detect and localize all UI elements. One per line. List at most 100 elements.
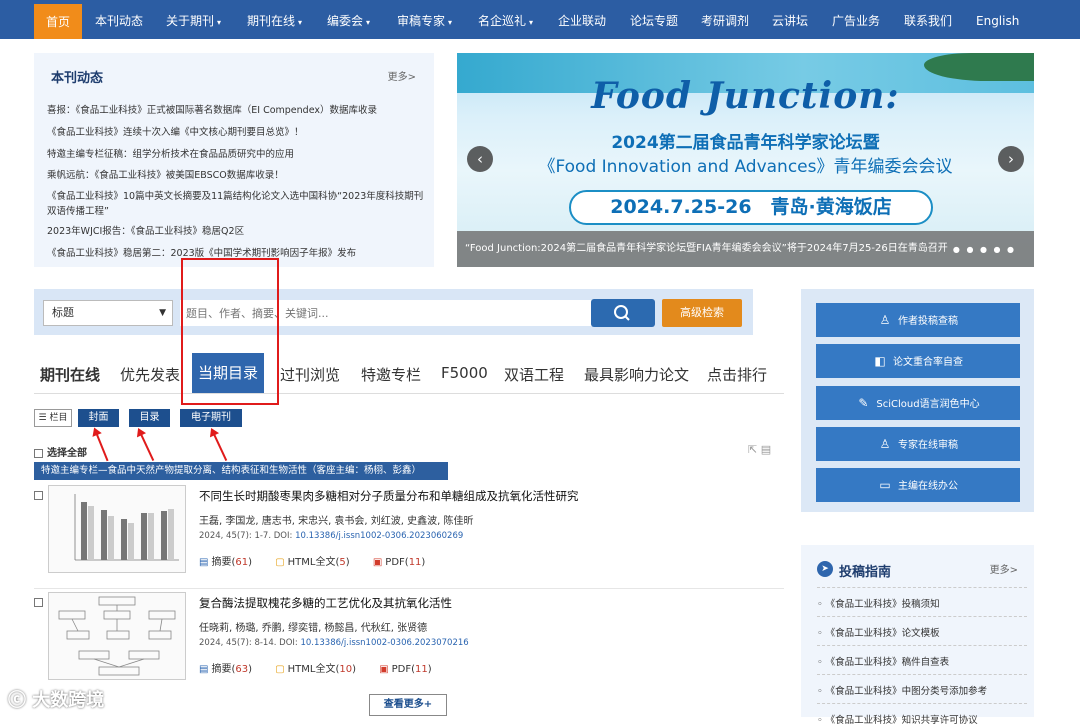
guide-item[interactable]: ◦ 《食品工业科技》知识共享许可协议: [817, 703, 1027, 726]
pdf-link[interactable]: ▣ PDF(11): [379, 664, 431, 675]
expert-review-button[interactable]: ♙ 专家在线审稿: [816, 427, 1020, 461]
nav-online-label: 期刊在线: [247, 14, 296, 28]
author-submission-button[interactable]: ♙ 作者投稿查稿: [816, 303, 1020, 337]
article-checkbox[interactable]: [34, 598, 43, 607]
article-divider: [34, 588, 784, 589]
banner-date-place: 2024.7.25-26 青岛·黄海饭店: [569, 190, 933, 225]
article-title[interactable]: 不同生长时期酸枣果肉多糖相对分子质量分布和单糖组成及抗氧化活性研究: [199, 488, 579, 504]
ejournal-button[interactable]: 电子期刊: [180, 409, 242, 427]
guide-item[interactable]: ◦ 《食品工业科技》论文模板: [817, 616, 1027, 639]
guide-item[interactable]: ◦ 《食品工业科技》稿件自查表: [817, 645, 1027, 668]
select-all-checkbox[interactable]: [34, 448, 43, 458]
abstract-icon: ▤: [199, 557, 209, 568]
tab-f5000[interactable]: F5000: [441, 364, 488, 382]
nav-enterprise[interactable]: 企业联动: [558, 0, 606, 39]
watermark: ⓒ 大数跨境: [8, 686, 104, 712]
view-more-button[interactable]: 查看更多+: [369, 694, 447, 716]
carousel-dots[interactable]: ● ● ● ● ●: [953, 245, 1016, 254]
tab-influential[interactable]: 最具影响力论文: [584, 364, 689, 385]
news-item[interactable]: 《食品工业科技》连续十次入编《中文核心期刊要目总览》！: [47, 125, 425, 140]
highlight-box: [181, 258, 279, 405]
toc-button[interactable]: 目录: [129, 409, 170, 427]
article-checkbox[interactable]: [34, 491, 43, 500]
pdf-export-icon[interactable]: ▤: [761, 443, 771, 456]
nav-editorial[interactable]: 编委会 ▾: [327, 0, 370, 39]
nav-forum[interactable]: 论坛专题: [630, 0, 678, 39]
nav-cloud-lecture[interactable]: 云讲坛: [772, 0, 808, 39]
article-doi-link[interactable]: 10.13386/j.issn1002-0306.2023060269: [295, 531, 463, 541]
chart-thumbnail-image: [74, 494, 179, 561]
abstract-label: 摘要: [211, 557, 232, 568]
article-year: 2024, 45(7): 1-7.: [199, 531, 272, 541]
news-item[interactable]: 特邀主编专栏征稿：组学分析技术在食品品质研究中的应用: [47, 147, 425, 162]
banner-carousel[interactable]: Food Junction: 2024第二届食品青年科学家论坛暨 《Food I…: [457, 53, 1034, 267]
article-doi-link[interactable]: 10.13386/j.issn1002-0306.2023070216: [300, 638, 468, 648]
html-icon: ▢: [275, 557, 285, 568]
news-more-link[interactable]: 更多>: [388, 68, 416, 83]
nav-about[interactable]: 关于期刊 ▾: [166, 0, 221, 39]
news-item[interactable]: 2023年WJCI报告：《食品工业科技》稳居Q2区: [47, 224, 425, 239]
banner-subtitle: 2024第二届食品青年科学家论坛暨: [611, 133, 880, 153]
guide-more-link[interactable]: 更多>: [990, 561, 1018, 576]
search-field-value: 标题: [52, 306, 74, 319]
nav-companies[interactable]: 名企巡礼 ▾: [478, 0, 533, 39]
guide-item[interactable]: ◦ 《食品工业科技》投稿须知: [817, 587, 1027, 610]
abstract-link[interactable]: ▤ 摘要(61): [199, 557, 252, 568]
service-panel: ♙ 作者投稿查稿 ◧ 论文重合率自查 ✎ SciCloud语言润色中心 ♙ 专家在线审稿…: [801, 289, 1034, 512]
tab-ranking[interactable]: 点击排行: [707, 364, 767, 385]
nav-postgrad[interactable]: 考研调剂: [701, 0, 749, 39]
chevron-down-icon: ▾: [366, 18, 371, 27]
nav-reviewers[interactable]: 审稿专家 ▾: [397, 0, 452, 39]
guide-item-label: 《食品工业科技》中图分类号添加参考: [825, 686, 988, 697]
pdf-link[interactable]: ▣ PDF(11): [373, 557, 425, 568]
news-panel: 本刊动态 更多> 喜报：《食品工业科技》正式被国际著名数据库（EI Compen…: [34, 53, 434, 267]
plagiarism-check-button[interactable]: ◧ 论文重合率自查: [816, 344, 1020, 378]
banner-caption[interactable]: “Food Junction:2024第二届食品青年科学家论坛暨FIA青年编委会…: [457, 231, 1034, 267]
columns-toggle[interactable]: ☰ 栏目: [34, 409, 72, 427]
news-item[interactable]: 《食品工业科技》10篇中英文长摘要及11篇结构化论文入选中国科协“2023年度科…: [47, 189, 425, 219]
cover-button[interactable]: 封面: [78, 409, 119, 427]
tab-special-columns[interactable]: 特邀专栏: [361, 364, 421, 385]
nav-news[interactable]: 本刊动态: [95, 0, 143, 39]
select-all[interactable]: 选择全部: [34, 444, 87, 459]
scicloud-button[interactable]: ✎ SciCloud语言润色中心: [816, 386, 1020, 420]
search-field-select[interactable]: 标题 ▼: [43, 300, 173, 326]
article-thumbnail[interactable]: [48, 485, 186, 573]
select-all-label: 选择全部: [47, 448, 87, 459]
advanced-search-button[interactable]: 高级检索: [662, 299, 742, 327]
carousel-next-icon[interactable]: ›: [998, 146, 1024, 172]
html-fulltext-link[interactable]: ▢ HTML全文(10): [275, 664, 356, 675]
nav-online[interactable]: 期刊在线 ▾: [247, 0, 302, 39]
monitor-icon: ▭: [879, 478, 891, 492]
nav-reviewers-label: 审稿专家: [397, 14, 446, 28]
chevron-down-icon: ▾: [448, 18, 453, 27]
document-icon: ◧: [874, 354, 886, 368]
article-actions: ▤ 摘要(63) ▢ HTML全文(10) ▣ PDF(11): [199, 660, 452, 675]
column-title-bar[interactable]: 特邀主编专栏—食品中天然产物提取分离、结构表征和生物活性（客座主编：杨栩、彭鑫）: [34, 462, 448, 480]
export-icon[interactable]: ⇱: [748, 443, 757, 456]
abstract-link[interactable]: ▤ 摘要(63): [199, 664, 252, 675]
guide-item[interactable]: ◦ 《食品工业科技》中图分类号添加参考: [817, 674, 1027, 697]
annotation-arrow: [212, 432, 228, 462]
html-icon: ▢: [275, 664, 285, 675]
tab-journal-online[interactable]: 期刊在线: [40, 364, 100, 385]
html-fulltext-link[interactable]: ▢ HTML全文(5): [275, 557, 349, 568]
expert-icon: ♙: [879, 437, 891, 451]
nav-ads[interactable]: 广告业务: [832, 0, 880, 39]
tab-bilingual[interactable]: 双语工程: [504, 364, 564, 385]
search-button[interactable]: [591, 299, 655, 327]
guide-item-label: 《食品工业科技》论文模板: [825, 628, 940, 639]
news-item[interactable]: 喜报：《食品工业科技》正式被国际著名数据库（EI Compendex）数据库收录: [47, 103, 425, 118]
editor-office-button[interactable]: ▭ 主编在线办公: [816, 468, 1020, 502]
tab-past-issues[interactable]: 过刊浏览: [280, 364, 340, 385]
nav-home[interactable]: 首页: [34, 4, 82, 39]
share-icons: ⇱ ▤: [748, 443, 771, 456]
tab-priority[interactable]: 优先发表: [120, 364, 180, 385]
html-count: 5: [339, 557, 346, 568]
news-item[interactable]: 乘帆远航：《食品工业科技》被美国EBSCO数据库收录！: [47, 168, 425, 183]
carousel-prev-icon[interactable]: ‹: [467, 146, 493, 172]
article-title[interactable]: 复合酶法提取槐花多糖的工艺优化及其抗氧化活性: [199, 595, 452, 611]
article-thumbnail[interactable]: [48, 592, 186, 680]
nav-contact[interactable]: 联系我们: [904, 0, 952, 39]
nav-english[interactable]: English: [976, 0, 1019, 39]
